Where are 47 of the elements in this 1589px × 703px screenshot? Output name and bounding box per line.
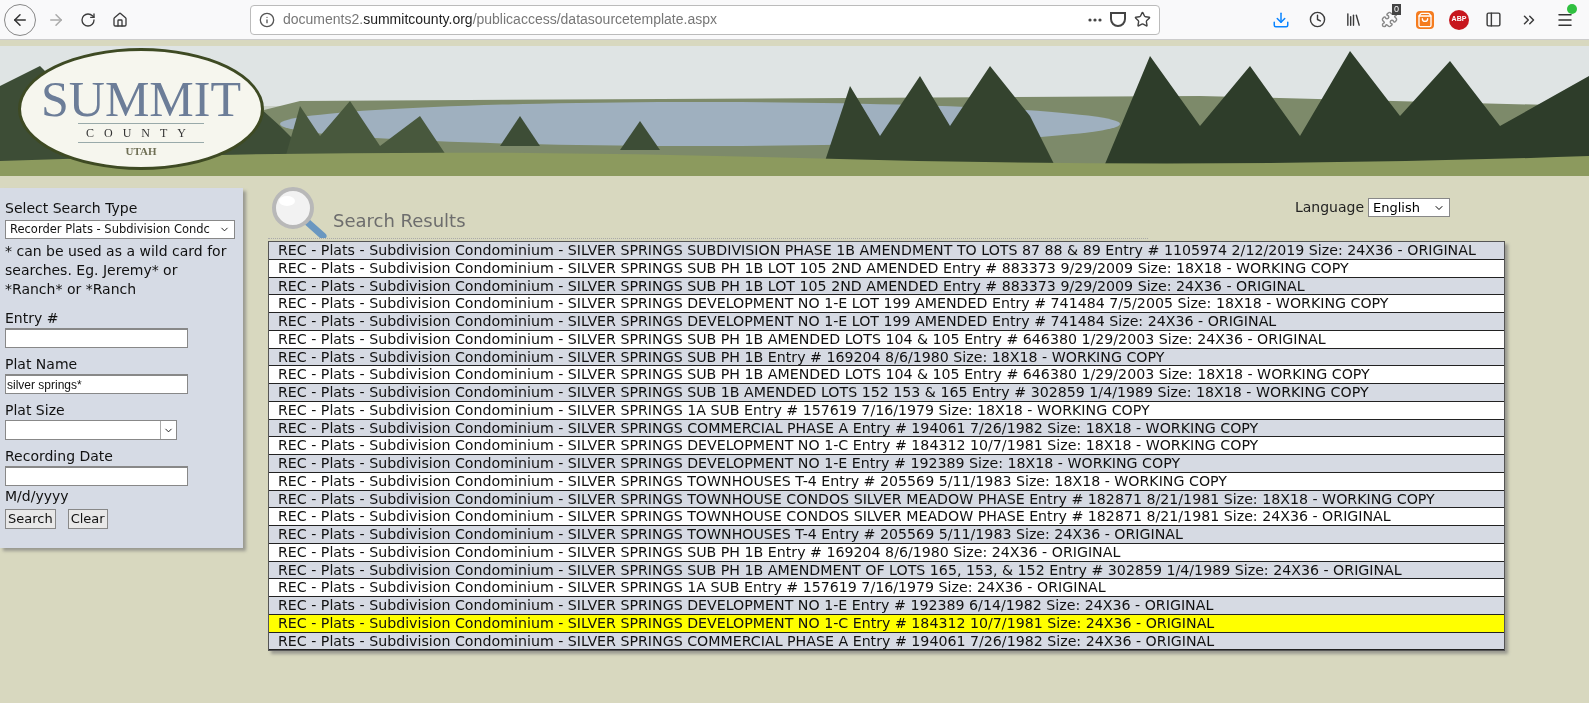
- search-type-label: Select Search Type: [5, 199, 139, 218]
- home-icon: [112, 11, 128, 28]
- logo-title: SUMMIT: [41, 74, 241, 123]
- language-label: Language: [1294, 198, 1364, 217]
- reload-icon: [80, 11, 96, 28]
- input-field[interactable]: [5, 328, 188, 348]
- plat-size-select[interactable]: [5, 420, 177, 440]
- form-button[interactable]: Search: [5, 509, 56, 529]
- field-label: Plat Name: [5, 355, 79, 374]
- date-format-hint: M/d/yyyy: [5, 487, 70, 506]
- result-row[interactable]: REC - Plats - Subdivision Condominium - SILVER SPRINGS DEVELOPMENT NO 1-E LOT 199 AMENDED Entry # 741484 7/5/2005 Size: 18X18 - WORKING COPY: [269, 295, 1504, 313]
- result-row[interactable]: REC - Plats - Subdivision Condominium - SILVER SPRINGS TOWNHOUSES T-4 Entry # 205569 5/11/1983 Size: 24X36 - ORIGINAL: [269, 526, 1504, 544]
- wildcard-hint: * can be used as a wild card for searches. Eg. Jeremy* or *Ranch* or *Ranch: [5, 242, 228, 299]
- result-row[interactable]: REC - Plats - Subdivision Condominium - SILVER SPRINGS SUB PH 1B AMENDED LOTS 104 & 105 Entry # 646380 1/29/2003 Size: 18X18 - WORKING COPY: [269, 366, 1504, 384]
- sidebar-icon: [1484, 11, 1502, 28]
- form-button[interactable]: Clear: [67, 509, 108, 529]
- result-row[interactable]: REC - Plats - Subdivision Condominium - SILVER SPRINGS 1A SUB Entry # 157619 7/16/1979 Size: 24X36 - ORIGINAL: [269, 579, 1504, 597]
- field-label: Recording Date: [5, 447, 114, 466]
- search-type-select[interactable]: Recorder Plats - Subdivision Condc: [5, 220, 235, 239]
- result-row[interactable]: REC - Plats - Subdivision Condominium - SILVER SPRINGS DEVELOPMENT NO 1-E LOT 199 AMENDED Entry # 741484 Size: 24X36 - ORIGINAL: [269, 313, 1504, 331]
- shopping-bag-icon: [1416, 10, 1434, 29]
- download-icon: [1272, 10, 1290, 29]
- result-row[interactable]: REC - Plats - Subdivision Condominium - SILVER SPRINGS DEVELOPMENT NO 1-C Entry # 184312 10/7/1981 Size: 18X18 - WORKING COPY: [269, 437, 1504, 455]
- logo-county: COUNTY: [78, 122, 204, 143]
- input-field[interactable]: silver springs*: [5, 374, 188, 394]
- logo-state: UTAH: [125, 143, 157, 159]
- more-icon[interactable]: [1088, 17, 1102, 22]
- result-row[interactable]: REC - Plats - Subdivision Condominium - SILVER SPRINGS DEVELOPMENT NO 1-E Entry # 192389 6/14/1982 Size: 24X36 - ORIGINAL: [269, 597, 1504, 615]
- input-field[interactable]: [5, 466, 188, 486]
- results-title: Search Results: [333, 209, 466, 233]
- result-row[interactable]: REC - Plats - Subdivision Condominium - SILVER SPRINGS SUB 1B AMENDED LOTS 152 153 & 165 Entry # 302859 1/4/1989 Size: 18X18 - WORKING COPY: [269, 384, 1504, 402]
- library-icon: [1344, 11, 1362, 28]
- pocket-icon: [1110, 12, 1126, 27]
- extension-badge: 0: [1392, 3, 1401, 15]
- puzzle-icon: [1380, 11, 1398, 28]
- result-row[interactable]: REC - Plats - Subdivision Condominium - SILVER SPRINGS DEVELOPMENT NO 1-E Entry # 192389 Size: 18X18 - WORKING COPY: [269, 455, 1504, 473]
- address-bar[interactable]: documents2.summitcounty.org/publicaccess/datasourcetemplate.aspx: [250, 4, 1160, 35]
- url-text: documents2.summitcounty.org/publicaccess/datasourcetemplate.aspx: [283, 10, 717, 29]
- clock-icon: [1308, 11, 1326, 28]
- info-icon: [259, 11, 275, 28]
- field-label: Entry #: [5, 309, 60, 328]
- field-label: Plat Size: [5, 401, 66, 420]
- magnifier-icon: [271, 186, 329, 238]
- result-row[interactable]: REC - Plats - Subdivision Condominium - SILVER SPRINGS SUBDIVISION PHASE 1B AMENDMENT TO LOTS 87 88 & 89 Entry # 1105974 2/12/2019 Size: 24X36 - ORIGINAL: [269, 242, 1504, 260]
- result-row[interactable]: REC - Plats - Subdivision Condominium - SILVER SPRINGS TOWNHOUSE CONDOS SILVER MEADOW PHASE Entry # 182871 8/21/1981 Size: 24X36 - ORIGINAL: [269, 508, 1504, 526]
- bookmark-star-icon: [1134, 11, 1151, 28]
- language-select[interactable]: English: [1368, 198, 1450, 217]
